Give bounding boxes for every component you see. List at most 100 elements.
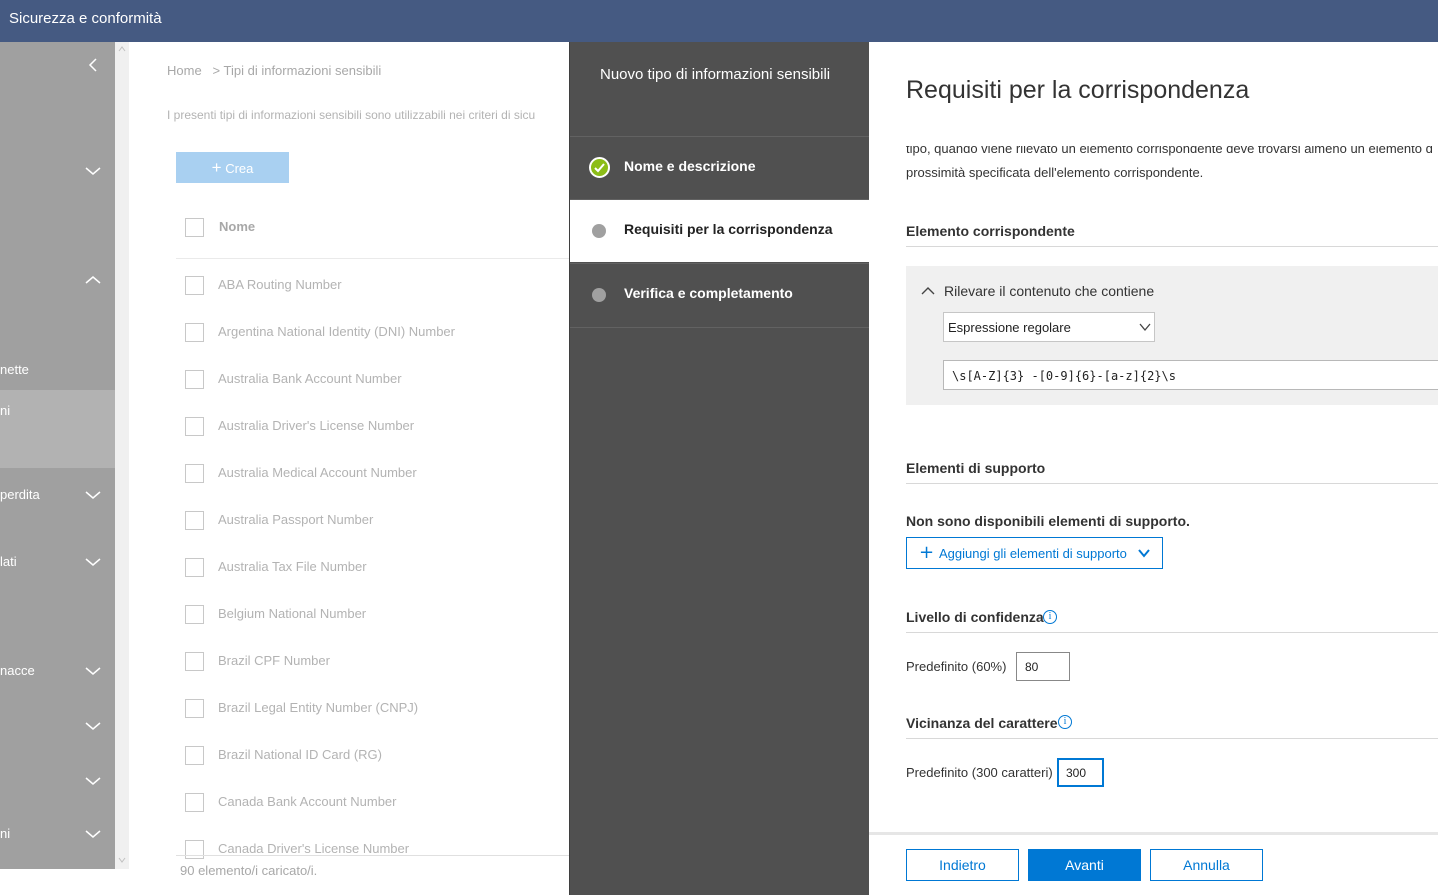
list-item[interactable]: Canada Bank Account Number xyxy=(185,793,569,815)
list-item-name[interactable]: Australia Passport Number xyxy=(218,512,373,527)
nav-item[interactable]: nacce xyxy=(0,663,35,678)
row-checkbox[interactable] xyxy=(185,323,204,342)
confidence-default-label: Predefinito (60%) xyxy=(906,659,1007,674)
step-label: Requisiti per la corrispondenza xyxy=(624,221,833,237)
section-title-supporting: Elementi di supporto xyxy=(906,460,1046,476)
list-item-name[interactable]: Australia Medical Account Number xyxy=(218,465,417,480)
select-all-checkbox[interactable] xyxy=(185,218,204,237)
breadcrumb-current: Tipi di informazioni sensibili xyxy=(223,63,382,78)
list-item-name[interactable]: Argentina National Identity (DNI) Number xyxy=(218,324,455,339)
chevron-down-icon[interactable] xyxy=(84,162,102,180)
list-item-name[interactable]: Brazil Legal Entity Number (CNPJ) xyxy=(218,700,418,715)
list-item[interactable]: Australia Driver's License Number xyxy=(185,417,569,439)
section-title-matching: Elemento corrispondente xyxy=(906,223,1075,239)
nav-item[interactable]: nette xyxy=(0,362,29,377)
chevron-down-icon[interactable] xyxy=(84,486,102,504)
plus-icon: + xyxy=(919,542,935,563)
section-title-confidence: Livello di confidenza xyxy=(906,609,1044,625)
chevron-up-icon[interactable] xyxy=(84,271,102,289)
row-checkbox[interactable] xyxy=(185,558,204,577)
list-item[interactable]: ABA Routing Number xyxy=(185,276,569,298)
row-checkbox[interactable] xyxy=(185,793,204,812)
next-button[interactable]: Avanti xyxy=(1028,849,1141,881)
chevron-down-icon[interactable] xyxy=(84,553,102,571)
row-checkbox[interactable] xyxy=(185,464,204,483)
regex-input[interactable]: \s[A-Z]{3} -[0-9]{6}-[a-z]{2}\s xyxy=(943,360,1438,390)
row-checkbox[interactable] xyxy=(185,652,204,671)
breadcrumb-home[interactable]: Home xyxy=(167,63,202,78)
list-item[interactable]: Brazil National ID Card (RG) xyxy=(185,746,569,768)
scroll-down-icon[interactable] xyxy=(118,856,126,864)
wizard-steps-panel: Nuovo tipo di informazioni sensibili Nom… xyxy=(569,42,870,895)
confidence-input[interactable]: 80 xyxy=(1016,652,1070,681)
list-item[interactable]: Brazil Legal Entity Number (CNPJ) xyxy=(185,699,569,721)
list-item-name[interactable]: Canada Bank Account Number xyxy=(218,794,397,809)
list-item[interactable]: Australia Tax File Number xyxy=(185,558,569,580)
proximity-input[interactable]: 300 xyxy=(1057,758,1104,787)
list-item-name[interactable]: Belgium National Number xyxy=(218,606,366,621)
left-navigation: nette ni perdita lati nacce ni xyxy=(0,42,115,869)
step-review-finish[interactable]: Verifica e completamento xyxy=(570,264,870,326)
info-icon[interactable]: i xyxy=(1043,610,1057,624)
list-item[interactable]: Australia Passport Number xyxy=(185,511,569,533)
chevron-up-icon[interactable] xyxy=(921,286,935,296)
step-name-description[interactable]: Nome e descrizione xyxy=(570,137,870,199)
section-divider xyxy=(906,246,1438,247)
step-label: Verifica e completamento xyxy=(624,285,793,301)
list-item-name[interactable]: Brazil CPF Number xyxy=(218,653,330,668)
column-header-name[interactable]: Nome xyxy=(219,219,255,234)
matching-requirements-panel: Requisiti per la corrispondenza tipo, qu… xyxy=(869,42,1438,895)
list-item-name[interactable]: Australia Driver's License Number xyxy=(218,418,414,433)
back-button[interactable]: Indietro xyxy=(906,849,1019,881)
page-title: Requisiti per la corrispondenza xyxy=(906,76,1250,104)
scroll-up-icon[interactable] xyxy=(118,45,126,53)
step-matching-requirements[interactable]: Requisiti per la corrispondenza xyxy=(570,200,870,262)
detect-content-label[interactable]: Rilevare il contenuto che contiene xyxy=(944,283,1154,299)
add-supporting-elements-button[interactable]: + Aggiungi gli elementi di supporto xyxy=(906,537,1163,569)
row-checkbox[interactable] xyxy=(185,840,204,859)
match-type-dropdown[interactable]: Espressione regolare xyxy=(943,312,1155,342)
row-checkbox[interactable] xyxy=(185,276,204,295)
section-title-proximity: Vicinanza del carattere xyxy=(906,715,1058,731)
chevron-down-icon xyxy=(1139,323,1151,332)
list-item-name[interactable]: ABA Routing Number xyxy=(218,277,342,292)
list-item-name[interactable]: Brazil National ID Card (RG) xyxy=(218,747,382,762)
row-checkbox[interactable] xyxy=(185,605,204,624)
matching-element-group: Rilevare il contenuto che contiene Espre… xyxy=(906,266,1438,405)
list-item[interactable]: Australia Medical Account Number xyxy=(185,464,569,486)
sensitive-info-types-page: Home > Tipi di informazioni sensibili I … xyxy=(129,42,569,895)
collapse-nav-icon[interactable] xyxy=(84,56,102,74)
step-label: Nome e descrizione xyxy=(624,158,756,174)
chevron-down-icon[interactable] xyxy=(84,772,102,790)
list-item-name[interactable]: Australia Tax File Number xyxy=(218,559,367,574)
section-divider xyxy=(906,738,1438,739)
chevron-down-icon[interactable] xyxy=(84,717,102,735)
nav-selected-highlight xyxy=(0,390,115,468)
no-supporting-elements-text: Non sono disponibili elementi di support… xyxy=(906,513,1190,529)
nav-item[interactable]: perdita xyxy=(0,487,40,502)
info-icon[interactable]: i xyxy=(1058,715,1072,729)
list-item[interactable]: Brazil CPF Number xyxy=(185,652,569,674)
nav-item[interactable]: ni xyxy=(0,403,10,418)
list-item[interactable]: Argentina National Identity (DNI) Number xyxy=(185,323,569,345)
list-item[interactable]: Canada Driver's License Number xyxy=(185,840,569,862)
nav-item[interactable]: ni xyxy=(0,826,10,841)
row-checkbox[interactable] xyxy=(185,511,204,530)
row-checkbox[interactable] xyxy=(185,746,204,765)
divider xyxy=(570,327,870,328)
app-title: Sicurezza e conformità xyxy=(9,10,162,27)
list-item[interactable]: Australia Bank Account Number xyxy=(185,370,569,392)
list-item-name[interactable]: Australia Bank Account Number xyxy=(218,371,402,386)
chevron-down-icon[interactable] xyxy=(84,825,102,843)
create-button[interactable]: + Crea xyxy=(176,152,289,183)
list-item[interactable]: Belgium National Number xyxy=(185,605,569,627)
chevron-down-icon[interactable] xyxy=(84,662,102,680)
list-item-name[interactable]: Canada Driver's License Number xyxy=(218,841,409,856)
row-checkbox[interactable] xyxy=(185,417,204,436)
cancel-button[interactable]: Annulla xyxy=(1150,849,1263,881)
wizard-title: Nuovo tipo di informazioni sensibili xyxy=(600,66,831,83)
row-checkbox[interactable] xyxy=(185,370,204,389)
nav-scrollbar[interactable] xyxy=(115,42,129,869)
nav-item[interactable]: lati xyxy=(0,554,17,569)
row-checkbox[interactable] xyxy=(185,699,204,718)
